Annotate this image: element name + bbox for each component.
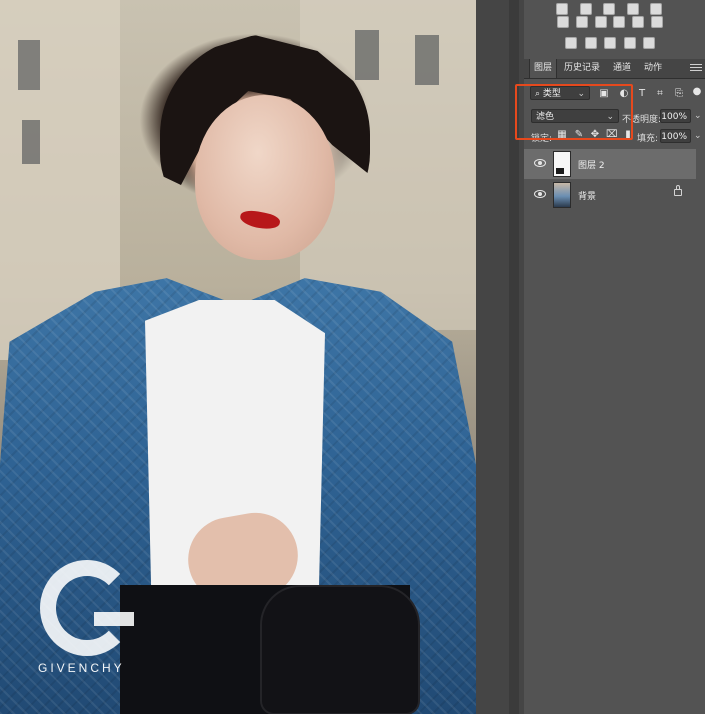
channel-mixer-icon[interactable]	[632, 16, 645, 28]
layer-row[interactable]: 图层 2	[524, 149, 696, 179]
layer-thumbnail	[553, 182, 571, 208]
givenchy-logo-bar	[94, 612, 134, 626]
background-window	[355, 30, 379, 80]
background-window	[18, 40, 40, 90]
layers-panel-tabs: 图层 历史记录 通道 动作	[524, 59, 705, 79]
black-bag	[260, 585, 420, 714]
layer-name: 图层 2	[578, 161, 605, 171]
shape-filter-icon[interactable]: ⌗	[655, 89, 665, 99]
color-balance-icon[interactable]	[575, 16, 588, 28]
face	[195, 95, 335, 260]
black-white-icon[interactable]	[594, 16, 607, 28]
layer-name: 背景	[578, 192, 597, 202]
threshold-icon[interactable]	[604, 37, 616, 49]
fill-label: 填充:	[637, 134, 659, 144]
layers-list: 图层 2 背景	[524, 145, 696, 225]
tab-actions[interactable]: 动作	[644, 59, 666, 78]
adjustments-row-3	[565, 35, 655, 51]
visibility-eye-icon[interactable]	[534, 159, 546, 167]
photo-filter-icon[interactable]	[613, 16, 626, 28]
givenchy-watermark: GIVENCHY	[38, 560, 138, 680]
layer-thumbnail	[553, 151, 571, 177]
color-lookup-icon[interactable]	[650, 16, 663, 28]
tab-channels[interactable]: 通道	[613, 59, 633, 78]
panel-menu-icon[interactable]	[690, 62, 702, 72]
visibility-eye-icon[interactable]	[534, 190, 546, 198]
givenchy-wordmark: GIVENCHY	[38, 661, 125, 675]
fill-chevron-icon[interactable]: ⌄	[694, 131, 702, 141]
layer-row[interactable]: 背景	[524, 180, 696, 210]
tab-history[interactable]: 历史记录	[564, 59, 600, 78]
pixel-filter-dot-icon[interactable]: ●	[692, 87, 702, 97]
invert-icon[interactable]	[565, 37, 577, 49]
opacity-input[interactable]: 100%	[660, 109, 691, 123]
givenchy-logo-g	[40, 560, 134, 656]
lock-icon	[674, 185, 682, 196]
posterize-icon[interactable]	[584, 37, 597, 49]
document-canvas[interactable]: GIVENCHY	[0, 0, 476, 714]
adjustments-row-2	[557, 14, 663, 30]
opacity-chevron-icon[interactable]: ⌄	[694, 111, 702, 121]
type-filter-icon[interactable]: T	[637, 89, 647, 99]
annotation-highlight-box	[515, 84, 633, 140]
background-window	[415, 35, 439, 85]
gradient-map-icon[interactable]	[643, 37, 655, 49]
background-window	[22, 120, 40, 164]
tab-layers[interactable]: 图层	[529, 59, 557, 78]
hue-saturation-icon[interactable]	[557, 16, 569, 28]
fill-input[interactable]: 100%	[660, 129, 691, 143]
selective-color-icon[interactable]	[623, 37, 636, 49]
smart-object-filter-icon[interactable]: ⎘	[674, 89, 684, 99]
